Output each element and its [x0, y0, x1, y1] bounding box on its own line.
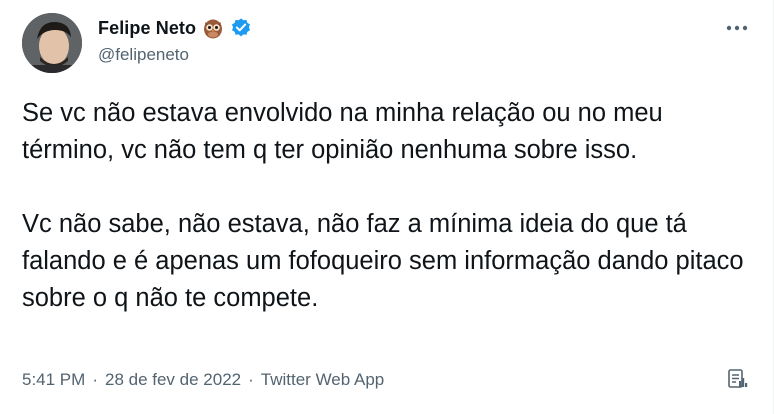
- tweet-date[interactable]: 28 de fev de 2022: [105, 370, 241, 390]
- meta-separator: ·: [92, 370, 98, 389]
- display-name[interactable]: Felipe Neto: [98, 18, 196, 39]
- owl-emoji-icon: [202, 17, 224, 39]
- more-options-icon[interactable]: [725, 18, 749, 38]
- author-handle[interactable]: @felipeneto: [98, 45, 189, 65]
- tweet-text: Se vc não estava envolvido na minha rela…: [22, 95, 752, 317]
- author-name-row: Felipe Neto: [98, 15, 252, 41]
- tweet-paragraph: Vc não sabe, não estava, não faz a mínim…: [22, 210, 744, 312]
- tweet-source[interactable]: Twitter Web App: [261, 370, 384, 390]
- meta-separator: ·: [248, 370, 254, 389]
- avatar[interactable]: [22, 13, 82, 73]
- analytics-icon[interactable]: [726, 368, 748, 390]
- tweet-paragraph: Se vc não estava envolvido na minha rela…: [22, 99, 663, 164]
- tweet-card: Felipe Neto @felipeneto Se vc não estava…: [0, 0, 774, 414]
- avatar-image: [22, 13, 82, 73]
- tweet-meta: 5:41 PM · 28 de fev de 2022 · Twitter We…: [22, 370, 384, 390]
- tweet-time[interactable]: 5:41 PM: [22, 370, 85, 390]
- verified-badge-icon: [230, 17, 252, 39]
